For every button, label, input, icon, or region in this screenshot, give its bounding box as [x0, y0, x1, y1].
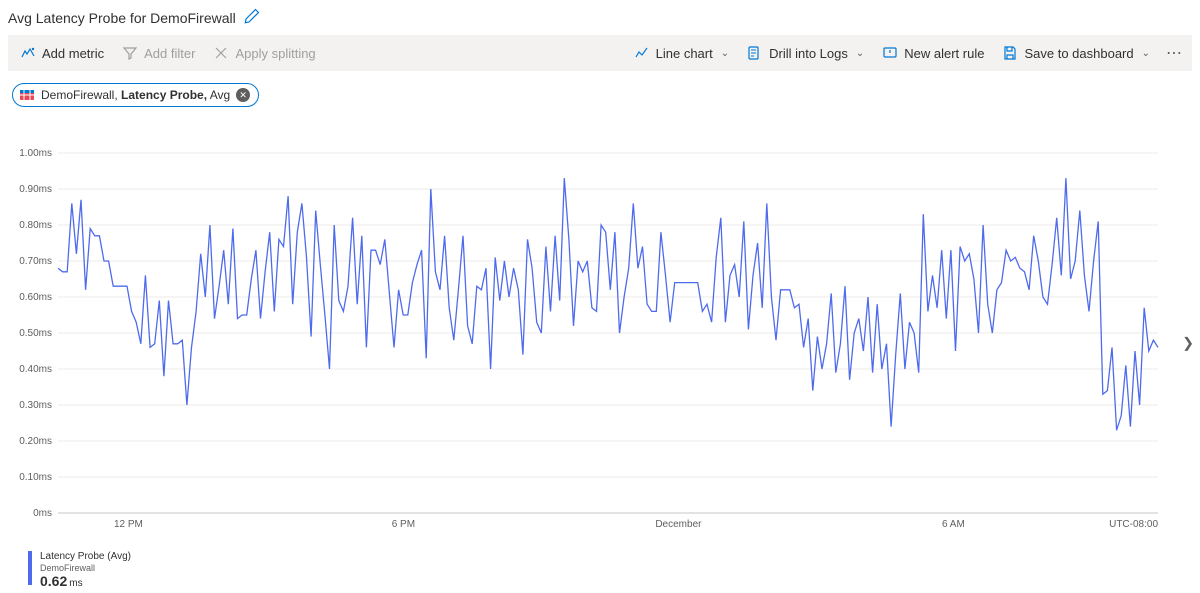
- apply-splitting-label: Apply splitting: [235, 46, 315, 61]
- svg-text:0.50ms: 0.50ms: [19, 328, 52, 339]
- pill-agg: Avg: [210, 88, 230, 102]
- chart-type-dropdown[interactable]: Line chart ⌄: [626, 37, 737, 69]
- filter-icon: [122, 45, 138, 61]
- toolbar: Add metric Add filter Apply splitting Li…: [8, 35, 1192, 71]
- svg-text:1.00ms: 1.00ms: [19, 148, 52, 159]
- svg-text:UTC-08:00: UTC-08:00: [1109, 519, 1158, 530]
- logs-icon: [747, 45, 763, 61]
- svg-text:12 PM: 12 PM: [114, 519, 143, 530]
- next-page-button[interactable]: ❯: [1182, 335, 1194, 352]
- line-chart-icon: [634, 45, 650, 61]
- more-menu-button[interactable]: ⋯: [1160, 43, 1188, 63]
- metric-pill[interactable]: DemoFirewall, Latency Probe, Avg ✕: [12, 83, 259, 107]
- legend-series-name: Latency Probe (Avg): [40, 551, 131, 563]
- svg-text:December: December: [655, 519, 702, 530]
- legend-resource-name: DemoFirewall: [40, 563, 131, 573]
- chevron-down-icon: ⌄: [856, 48, 864, 59]
- apply-splitting-button[interactable]: Apply splitting: [205, 37, 323, 69]
- svg-text:0.30ms: 0.30ms: [19, 400, 52, 411]
- edit-icon[interactable]: [244, 8, 260, 27]
- save-dashboard-dropdown[interactable]: Save to dashboard ⌄: [994, 37, 1158, 69]
- remove-metric-button[interactable]: ✕: [236, 88, 250, 102]
- save-icon: [1002, 45, 1018, 61]
- svg-text:0.40ms: 0.40ms: [19, 364, 52, 375]
- drill-logs-dropdown[interactable]: Drill into Logs ⌄: [739, 37, 872, 69]
- svg-text:0ms: 0ms: [33, 508, 52, 519]
- chevron-down-icon: ⌄: [1142, 48, 1150, 59]
- split-icon: [213, 45, 229, 61]
- add-metric-label: Add metric: [42, 46, 104, 61]
- new-alert-label: New alert rule: [904, 46, 984, 61]
- add-metric-icon: [20, 45, 36, 61]
- new-alert-button[interactable]: New alert rule: [874, 37, 992, 69]
- svg-text:0.70ms: 0.70ms: [19, 256, 52, 267]
- add-filter-label: Add filter: [144, 46, 195, 61]
- svg-text:0.10ms: 0.10ms: [19, 472, 52, 483]
- chevron-down-icon: ⌄: [721, 48, 729, 59]
- svg-text:0.20ms: 0.20ms: [19, 436, 52, 447]
- svg-text:0.80ms: 0.80ms: [19, 220, 52, 231]
- add-filter-button[interactable]: Add filter: [114, 37, 203, 69]
- page-title: Avg Latency Probe for DemoFirewall: [8, 10, 236, 26]
- add-metric-button[interactable]: Add metric: [12, 37, 112, 69]
- legend-value: 0.62ms: [40, 573, 131, 590]
- svg-text:0.60ms: 0.60ms: [19, 292, 52, 303]
- alert-icon: [882, 45, 898, 61]
- pill-resource: DemoFirewall,: [41, 88, 118, 102]
- svg-text:6 PM: 6 PM: [392, 519, 415, 530]
- legend: Latency Probe (Avg) DemoFirewall 0.62ms: [8, 543, 1192, 589]
- svg-text:0.90ms: 0.90ms: [19, 184, 52, 195]
- drill-logs-label: Drill into Logs: [769, 46, 848, 61]
- save-dashboard-label: Save to dashboard: [1024, 46, 1133, 61]
- legend-color-swatch: [28, 551, 32, 585]
- svg-text:6 AM: 6 AM: [942, 519, 965, 530]
- firewall-icon: [19, 87, 35, 103]
- latency-chart[interactable]: 0ms 0.10ms 0.20ms 0.30ms 0.40ms 0.50ms 0.60ms 0…: [8, 143, 1188, 543]
- pill-metric: Latency Probe,: [121, 88, 207, 102]
- chart-type-label: Line chart: [656, 46, 713, 61]
